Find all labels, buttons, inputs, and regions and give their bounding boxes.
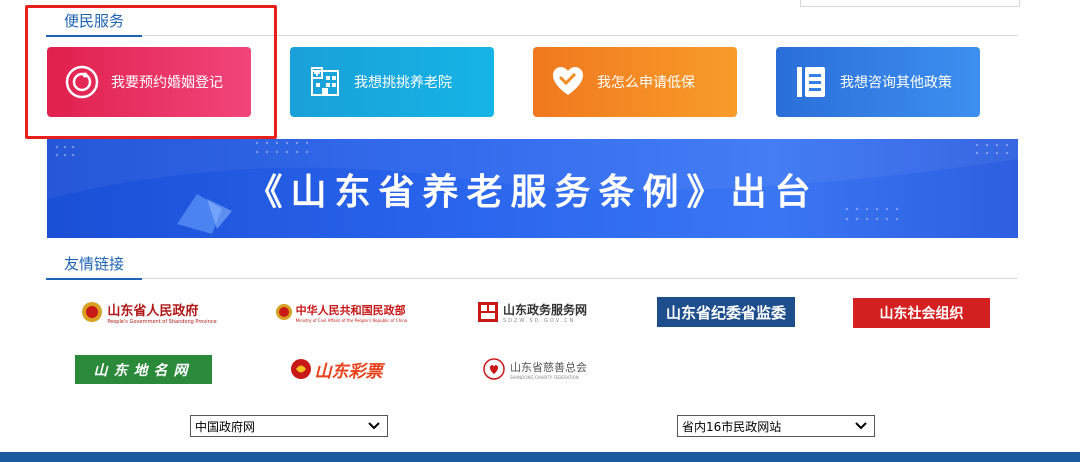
link-label: 山东彩票 xyxy=(314,361,383,382)
chevron-down-icon xyxy=(368,422,380,430)
chevron-down-icon xyxy=(855,422,867,430)
subsistence-allowance-button[interactable]: 我怎么申请低保 xyxy=(533,47,737,117)
heart-hand-icon xyxy=(551,65,585,99)
link-charity-federation[interactable]: 山东省慈善总会 SHANDONG CHARITY FEDERATION xyxy=(470,354,600,384)
link-social-organizations[interactable]: 山东社会组织 xyxy=(853,298,990,328)
lottery-logo-icon xyxy=(290,359,311,379)
link-discipline-commission[interactable]: 山东省纪委省监委 xyxy=(657,297,795,327)
select-value: 省内16市民政网站 xyxy=(682,419,782,434)
links-section-title: 友情链接 xyxy=(46,254,143,280)
nursing-home-button[interactable]: 我想挑挑养老院 xyxy=(290,47,494,117)
link-shandong-government[interactable]: 山东省人民政府 People's Government of Shandong … xyxy=(74,297,224,327)
link-label: 山东政务服务网 xyxy=(502,302,587,317)
link-shandong-place-names[interactable]: 山东地名网 xyxy=(75,355,212,384)
nursing-home-label: 我想挑挑养老院 xyxy=(354,75,452,91)
link-shandong-lottery[interactable]: 山东彩票 xyxy=(278,354,394,384)
marriage-registration-button[interactable]: 我要预约婚姻登记 xyxy=(47,47,251,117)
link-label: 山东社会组织 xyxy=(879,306,964,322)
link-label: 山东省慈善总会 xyxy=(510,360,587,374)
national-emblem-icon xyxy=(82,302,103,322)
policy-consultation-button[interactable]: 我想咨询其他政策 xyxy=(776,47,980,117)
link-label: 山东地名网 xyxy=(93,362,194,379)
policy-consultation-label: 我想咨询其他政策 xyxy=(840,75,952,91)
link-sublabel: Ministry of Civil Affairs of the People'… xyxy=(295,317,408,323)
search-box-edge[interactable] xyxy=(800,0,1020,7)
banner-title: 《山东省养老服务条例》出台 xyxy=(246,172,819,213)
link-label: 中华人民共和国民政部 xyxy=(295,303,406,317)
charity-logo-icon xyxy=(483,358,505,380)
subsistence-allowance-label: 我怎么申请低保 xyxy=(597,75,695,91)
link-sublabel: SHANDONG CHARITY FEDERATION xyxy=(510,374,579,380)
links-section-header: 友情链接 xyxy=(46,254,1018,280)
marriage-icon xyxy=(65,65,99,99)
select-value: 中国政府网 xyxy=(195,419,256,434)
link-sublabel: People's Government of Shandong Province xyxy=(107,318,217,325)
elderly-care-regulation-banner[interactable]: 《山东省养老服务条例》出台 xyxy=(47,139,1018,238)
china-gov-sites-select[interactable]: 中国政府网 xyxy=(190,415,388,437)
link-ministry-civil-affairs[interactable]: 中华人民共和国民政部 Ministry of Civil Affairs of … xyxy=(267,297,415,327)
national-emblem-icon xyxy=(275,304,292,320)
document-icon xyxy=(794,65,828,99)
city-civil-affairs-select[interactable]: 省内16市民政网站 xyxy=(677,415,875,437)
link-shandong-gov-services[interactable]: 山东政务服务网 SDZW.SD.GOV.CN xyxy=(470,297,594,327)
link-sublabel: SDZW.SD.GOV.CN xyxy=(502,317,576,324)
seal-icon xyxy=(477,302,498,322)
services-section-title: 便民服务 xyxy=(46,11,143,37)
link-label: 山东省纪委省监委 xyxy=(665,303,786,322)
footer-bar xyxy=(0,452,1080,462)
marriage-registration-label: 我要预约婚姻登记 xyxy=(111,75,223,91)
link-label: 山东省人民政府 xyxy=(107,303,199,319)
services-section-header: 便民服务 xyxy=(46,11,1018,37)
nursing-home-icon xyxy=(308,65,342,99)
